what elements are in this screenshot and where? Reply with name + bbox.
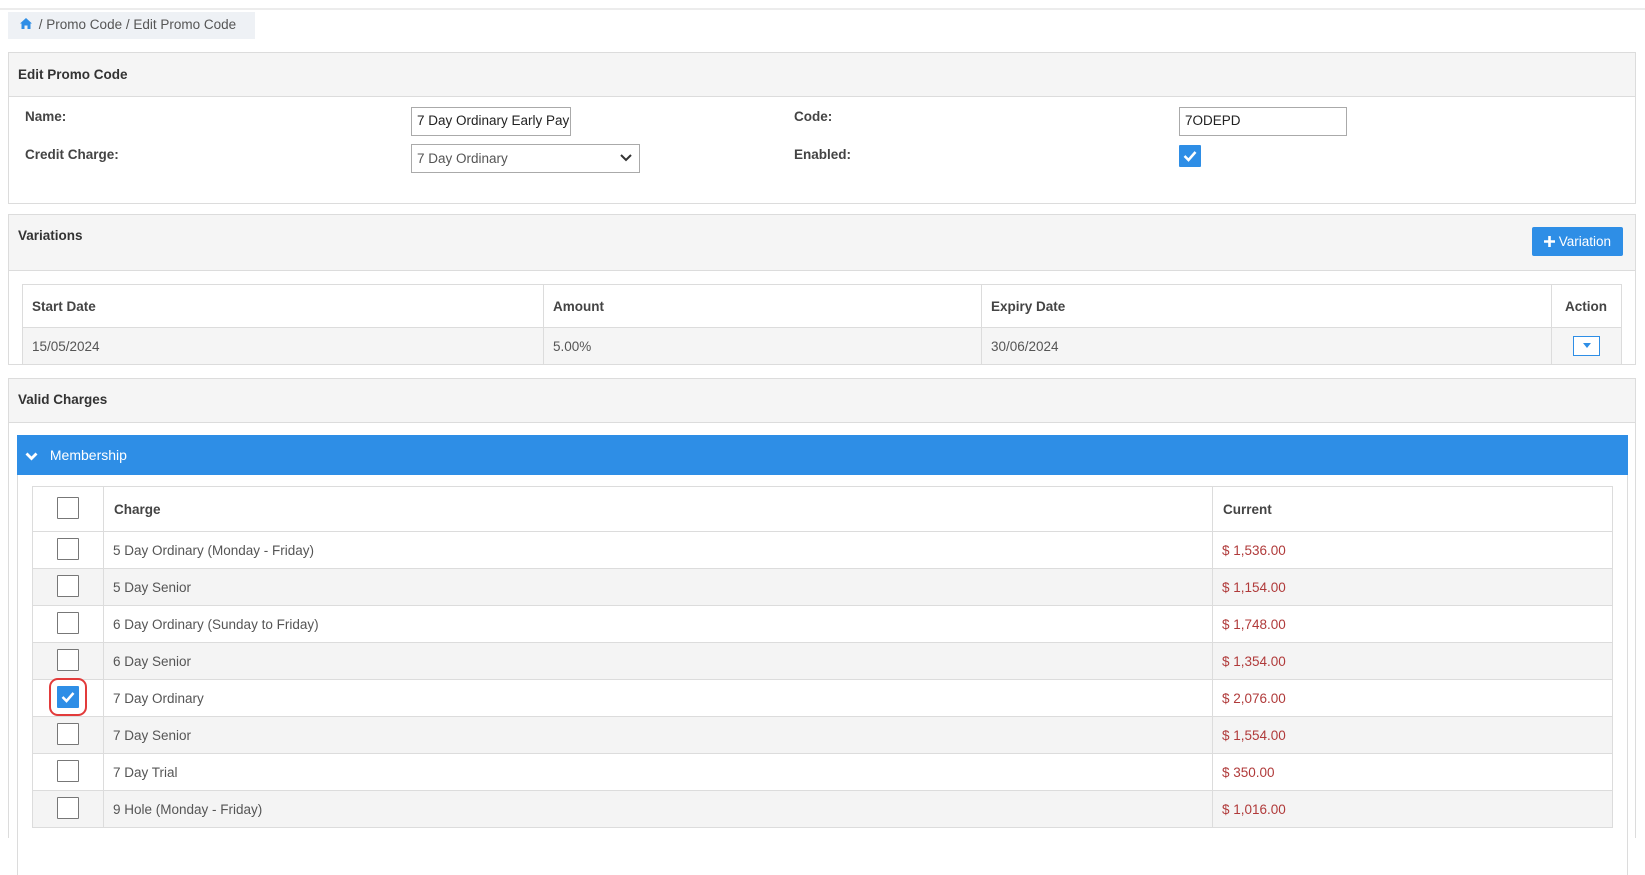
enabled-label: Enabled: [794,147,852,162]
table-row: 7 Day Trial $ 350.00 [32,753,1613,791]
expiry-date-cell: 30/06/2024 [981,327,1552,365]
charge-cell: 9 Hole (Monday - Friday) [103,790,1213,828]
variations-panel: Variations Variation Start Date Amount E… [8,214,1636,365]
credit-charge-selected: 7 Day Ordinary [417,151,508,166]
charge-cell: 7 Day Trial [103,753,1213,791]
breadcrumb-separator: / [38,17,43,32]
column-current: Current [1212,486,1613,532]
enabled-checkbox[interactable] [1179,145,1201,167]
membership-accordion-body: Charge Current 5 Day Ordinary (Monday - … [17,475,1628,875]
code-label: Code: [794,109,833,124]
valid-charges-title: Valid Charges [9,379,1635,423]
variations-table: Start Date Amount Expiry Date Action 15/… [22,284,1622,365]
table-row: 6 Day Senior $ 1,354.00 [32,642,1613,680]
add-variation-button[interactable]: Variation [1532,227,1623,256]
chevron-down-icon [25,447,50,463]
checkbox-cell [32,605,104,643]
row-checkbox[interactable] [57,574,79,597]
row-checkbox[interactable] [57,648,79,671]
current-price-cell: $ 1,748.00 [1212,605,1613,643]
amount-cell: 5.00% [543,327,982,365]
select-all-cell [32,486,104,532]
charge-cell: 5 Day Ordinary (Monday - Friday) [103,531,1213,569]
table-header-row: Charge Current [32,486,1613,532]
table-row: 15/05/2024 5.00% 30/06/2024 [22,327,1622,365]
current-price-cell: $ 1,354.00 [1212,642,1613,680]
checkbox-cell [32,716,104,754]
row-checkbox[interactable] [57,611,79,634]
name-input[interactable]: 7 Day Ordinary Early Payn [411,107,571,136]
charge-cell: 5 Day Senior [103,568,1213,606]
row-checkbox-checked[interactable] [49,677,87,716]
breadcrumb-promo-code[interactable]: Promo Code [46,17,122,32]
charge-cell: 7 Day Senior [103,716,1213,754]
row-checkbox[interactable] [57,722,79,745]
valid-charges-panel: Valid Charges Membership Charge Current … [8,378,1636,875]
caret-down-icon [1582,343,1591,348]
membership-accordion-header[interactable]: Membership [17,435,1628,475]
breadcrumb: / Promo Code / Edit Promo Code [8,12,255,39]
column-amount: Amount [543,284,982,328]
current-price-cell: $ 1,154.00 [1212,568,1613,606]
current-price-cell: $ 1,554.00 [1212,716,1613,754]
row-checkbox[interactable] [57,796,79,819]
table-row: 5 Day Senior $ 1,154.00 [32,568,1613,606]
charges-table: Charge Current 5 Day Ordinary (Monday - … [32,486,1613,828]
column-expiry-date: Expiry Date [981,284,1552,328]
home-icon[interactable] [20,18,32,32]
column-start-date: Start Date [22,284,544,328]
row-checkbox[interactable] [57,759,79,782]
current-price-cell: $ 350.00 [1212,753,1613,791]
action-dropdown-button[interactable] [1572,336,1600,356]
charge-cell: 6 Day Senior [103,642,1213,680]
table-row: 7 Day Senior $ 1,554.00 [32,716,1613,754]
action-cell [1551,327,1622,365]
plus-icon [1543,234,1559,249]
start-date-cell: 15/05/2024 [22,327,544,365]
current-price-cell: $ 2,076.00 [1212,679,1613,717]
checkbox-cell [32,642,104,680]
current-price-cell: $ 1,536.00 [1212,531,1613,569]
table-row: 7 Day Ordinary $ 2,076.00 [32,677,1613,717]
code-input[interactable]: 7ODEPD [1179,107,1347,136]
edit-panel-title: Edit Promo Code [9,53,1635,97]
checkbox-cell [32,790,104,828]
table-header-row: Start Date Amount Expiry Date Action [22,284,1622,328]
table-row: 6 Day Ordinary (Sunday to Friday) $ 1,74… [32,605,1613,643]
edit-promo-code-panel: Edit Promo Code Name: 7 Day Ordinary Ear… [8,52,1636,204]
checkbox-cell [32,531,104,569]
chevron-down-icon [620,151,632,166]
column-action: Action [1551,284,1622,328]
breadcrumb-separator: / [125,17,130,32]
checkbox-cell [32,568,104,606]
charge-cell: 7 Day Ordinary [103,679,1213,717]
variations-header: Variations Variation [9,215,1635,271]
membership-label: Membership [49,447,127,463]
table-row: 5 Day Ordinary (Monday - Friday) $ 1,536… [32,531,1613,569]
table-row: 9 Hole (Monday - Friday) $ 1,016.00 [32,790,1613,828]
breadcrumb-edit-promo-code: Edit Promo Code [133,17,237,32]
row-checkbox[interactable] [57,537,79,560]
variations-title: Variations [18,228,83,243]
credit-charge-select[interactable]: 7 Day Ordinary [411,144,640,173]
current-price-cell: $ 1,016.00 [1212,790,1613,828]
top-bar [0,0,1645,10]
add-variation-label: Variation [1558,234,1612,249]
select-all-checkbox[interactable] [57,496,79,519]
charge-cell: 6 Day Ordinary (Sunday to Friday) [103,605,1213,643]
checkbox-cell [32,677,104,717]
checkbox-cell [32,753,104,791]
name-label: Name: [25,109,67,124]
credit-charge-label: Credit Charge: [25,147,119,162]
column-charge: Charge [103,486,1213,532]
